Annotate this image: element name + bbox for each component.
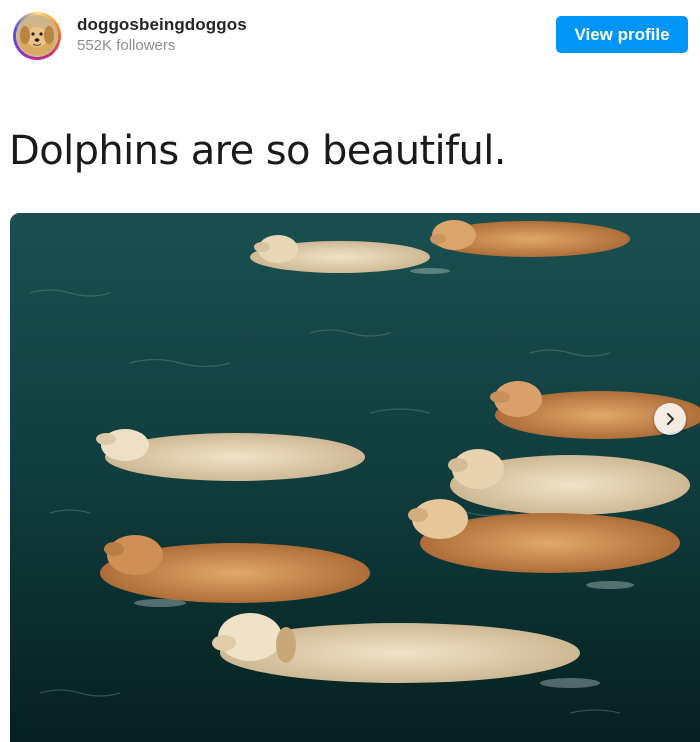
instagram-embed: doggosbeingdoggos 552K followers View pr… <box>0 0 700 742</box>
follower-count: 552K followers <box>77 37 176 54</box>
username[interactable]: doggosbeingdoggos <box>77 15 247 35</box>
view-profile-button[interactable]: View profile <box>556 16 688 53</box>
post-photo[interactable] <box>10 213 700 742</box>
avatar-image <box>16 15 58 57</box>
post-header: doggosbeingdoggos 552K followers View pr… <box>0 0 700 70</box>
carousel-next-button[interactable] <box>654 403 686 435</box>
avatar[interactable] <box>13 12 61 60</box>
post-caption: Dolphins are so beautiful. <box>9 128 507 174</box>
chevron-right-icon <box>667 413 674 425</box>
